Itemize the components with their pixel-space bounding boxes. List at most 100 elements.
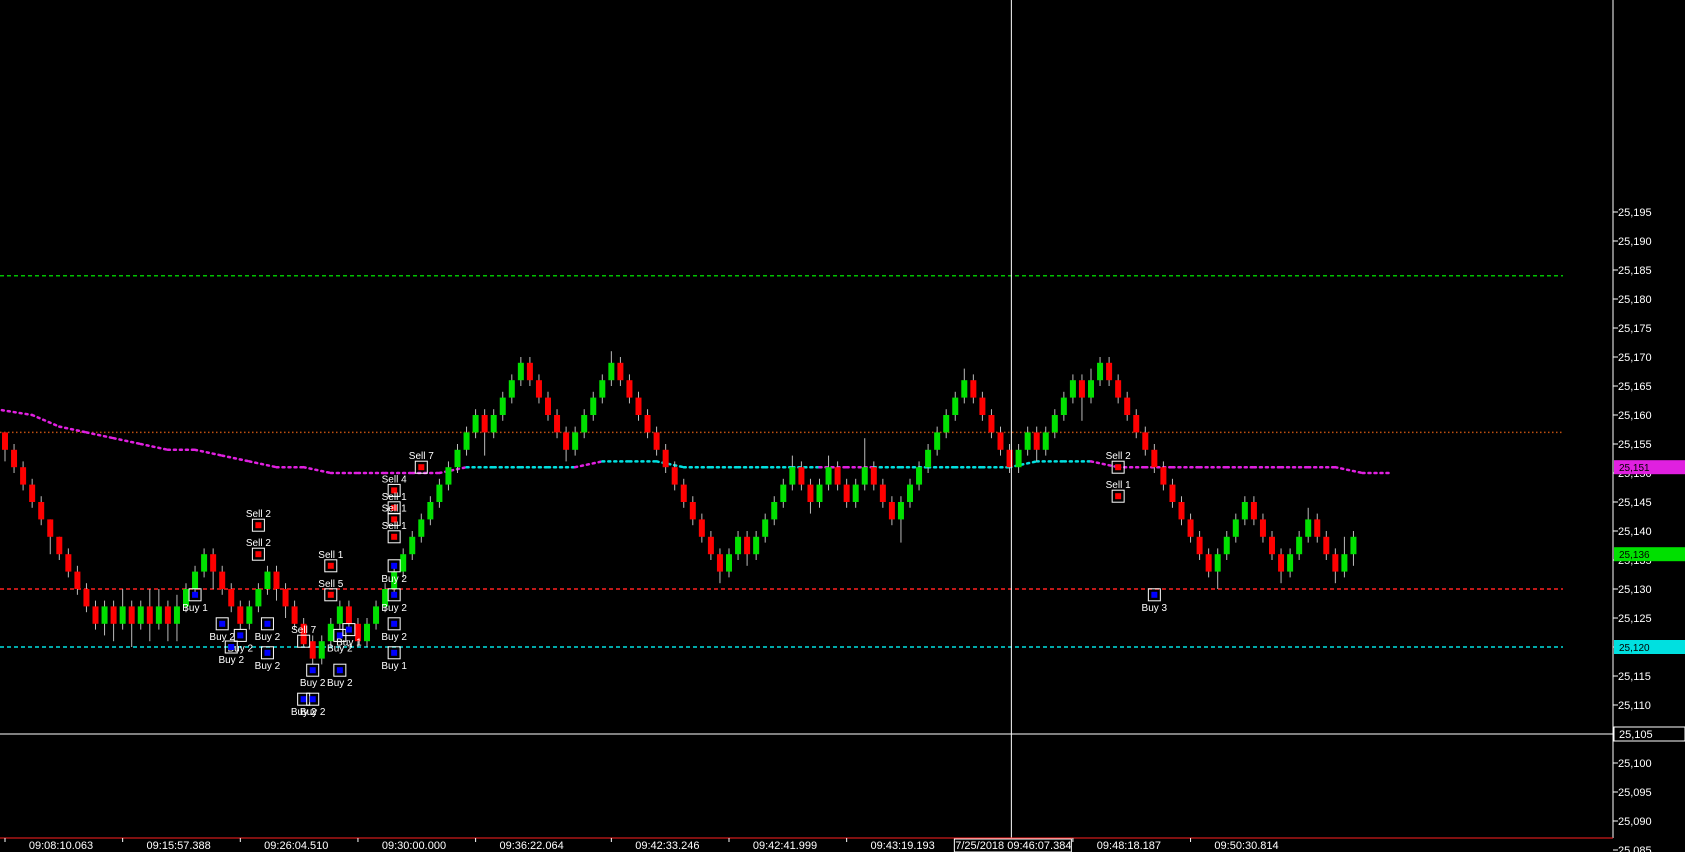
candle-body-down xyxy=(535,380,542,398)
candle-body-down xyxy=(20,467,27,485)
price-tick-label: 25,175 xyxy=(1618,323,1652,335)
candle-body-down xyxy=(680,484,687,502)
candle-body-up xyxy=(499,397,506,415)
marker-label: Sell 1 xyxy=(1106,480,1131,491)
marker-label: Buy 2 xyxy=(255,661,281,672)
candle-body-up xyxy=(1296,536,1303,555)
candle-body-down xyxy=(526,362,533,381)
candle-body-up xyxy=(780,484,787,502)
candle-body-up xyxy=(943,415,950,433)
candle-body-down xyxy=(1259,519,1266,537)
candle-body-down xyxy=(1133,415,1140,433)
price-tick-label: 25,085 xyxy=(1618,845,1652,852)
candle-body-down xyxy=(1250,502,1257,520)
candle-body-up xyxy=(400,554,407,572)
candle-body-up xyxy=(490,415,497,433)
candle-body-up xyxy=(925,449,932,468)
price-badge: 25,151 xyxy=(1614,460,1685,475)
candle-body-up xyxy=(1069,380,1076,398)
candle-body-down xyxy=(146,606,153,624)
candle-body-down xyxy=(1314,519,1321,537)
marker-label: Sell 5 xyxy=(318,579,343,590)
price-tick-label: 25,090 xyxy=(1618,816,1652,828)
candle-body-down xyxy=(282,589,289,607)
buy-arrow-icon xyxy=(309,696,316,703)
candle-body-up xyxy=(508,380,515,398)
marker-label: Buy 2 xyxy=(218,655,244,666)
candle-body-down xyxy=(481,415,488,433)
candle-body-up xyxy=(590,397,597,415)
price-chart[interactable]: Buy 1Buy 2Buy 2Buy 2Buy 2Buy 2Sell 2Sell… xyxy=(0,0,1685,852)
buy-arrow-icon xyxy=(300,696,307,703)
candle-body-down xyxy=(798,467,805,485)
candle-body-down xyxy=(164,606,171,624)
candle-body-down xyxy=(617,362,624,381)
marker-label: Buy 1 xyxy=(336,638,362,649)
marker-label: Buy 2 xyxy=(300,707,326,718)
candle-body-up xyxy=(762,519,769,537)
price-tick-label: 25,115 xyxy=(1618,671,1651,683)
time-tick-label: 09:50:30.814 xyxy=(1214,840,1278,852)
candle-body-down xyxy=(563,432,570,450)
candle-body-down xyxy=(38,502,45,520)
candle-body-up xyxy=(608,362,615,381)
candle-body-up xyxy=(1088,380,1094,398)
buy-arrow-icon xyxy=(345,626,352,633)
buy-arrow-icon xyxy=(264,649,271,656)
price-tick-label: 25,125 xyxy=(1618,613,1652,625)
crosshair-price-text: 25,105 xyxy=(1619,729,1653,741)
buy-arrow-icon xyxy=(192,591,199,598)
candle-body-up xyxy=(816,484,823,502)
sell-arrow-icon xyxy=(1115,493,1122,500)
candle-body-down xyxy=(1115,380,1122,398)
price-tick-label: 25,130 xyxy=(1618,584,1652,596)
price-tick-label: 25,195 xyxy=(1618,207,1652,219)
candle-body-down xyxy=(707,536,714,555)
marker-label: Buy 3 xyxy=(1142,603,1168,614)
candle-body-up xyxy=(318,641,325,659)
marker-label: Sell 4 xyxy=(382,474,407,485)
candle-body-down xyxy=(1078,380,1085,398)
marker-label: Buy 2 xyxy=(381,574,407,585)
sell-arrow-icon xyxy=(255,522,262,529)
buy-arrow-icon xyxy=(336,667,343,674)
candle-body-up xyxy=(961,380,968,398)
candle-body-up xyxy=(907,484,913,502)
candle-body-down xyxy=(345,606,352,624)
candle-body-down xyxy=(110,606,117,624)
candle-body-down xyxy=(979,397,986,415)
candle-body-up xyxy=(897,502,904,520)
candle-body-up xyxy=(155,606,162,624)
candle-body-down xyxy=(1124,397,1131,415)
candle-body-down xyxy=(1142,432,1149,450)
price-tick-label: 25,170 xyxy=(1618,352,1652,364)
candle-body-down xyxy=(47,519,54,537)
marker-label: Sell 1 xyxy=(318,550,343,561)
buy-arrow-icon xyxy=(391,620,398,627)
candle-body-up xyxy=(726,554,732,572)
candle-body-down xyxy=(716,554,723,572)
candle-body-up xyxy=(572,432,579,450)
candle-body-down xyxy=(74,571,81,589)
candle-body-up xyxy=(934,432,941,450)
buy-arrow-icon xyxy=(391,562,398,569)
candle-body-up xyxy=(255,589,262,607)
time-tick-label: 09:42:41.999 xyxy=(753,840,817,852)
candle-body-up xyxy=(916,467,923,485)
crosshair-time-label: 7/25/2018 09:46:07.384 xyxy=(953,838,1072,852)
marker-label: Buy 1 xyxy=(182,603,208,614)
price-tick-label: 25,180 xyxy=(1618,294,1652,306)
candle-body-up xyxy=(201,554,208,572)
candle-body-up xyxy=(1015,449,1022,468)
candle-body-down xyxy=(1323,536,1330,555)
price-badge-label: 25,151 xyxy=(1619,463,1650,474)
candle-body-up xyxy=(436,484,443,502)
candle-body-up xyxy=(789,467,796,485)
marker-label: Sell 1 xyxy=(382,503,407,514)
marker-label: Buy 2 xyxy=(381,603,407,614)
candle-body-up xyxy=(735,536,742,555)
candle-body-up xyxy=(861,467,868,485)
marker-label: Sell 7 xyxy=(409,451,434,462)
candle-body-down xyxy=(653,432,660,450)
time-tick-label: 09:43:19.193 xyxy=(871,840,935,852)
